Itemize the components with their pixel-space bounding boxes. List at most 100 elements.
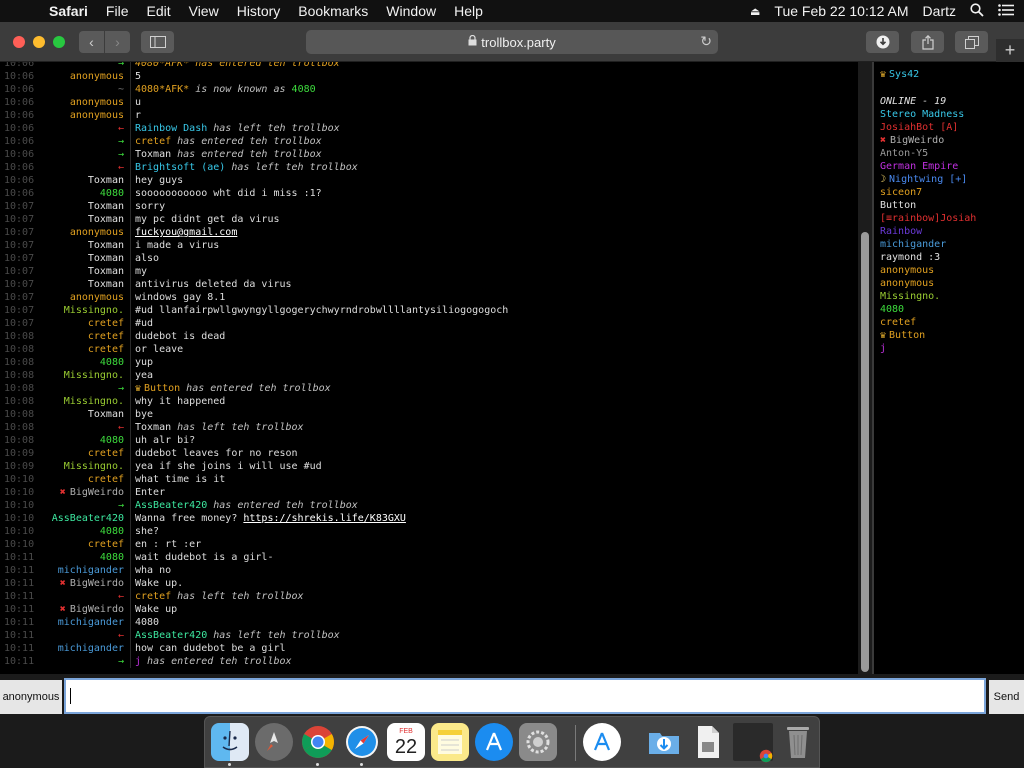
finder-icon[interactable] bbox=[211, 723, 249, 761]
message-link[interactable]: fuckyou@gmail.com bbox=[135, 227, 237, 238]
menu-window[interactable]: Window bbox=[377, 3, 445, 19]
share-button[interactable] bbox=[911, 31, 944, 53]
menu-file[interactable]: File bbox=[97, 3, 138, 19]
message-nick[interactable]: 4080 bbox=[100, 356, 124, 369]
user-list-item[interactable]: ♛ Sys42 bbox=[880, 68, 919, 81]
notes-icon[interactable] bbox=[431, 723, 469, 761]
message-nick[interactable]: anonymous bbox=[70, 226, 124, 239]
message-nick[interactable]: ← bbox=[118, 122, 124, 135]
message-nick[interactable]: 4080 bbox=[100, 187, 124, 200]
message-nick[interactable]: ~ bbox=[118, 83, 124, 96]
message-nick[interactable]: ✖ BigWeirdo bbox=[60, 486, 124, 499]
menu-history[interactable]: History bbox=[228, 3, 290, 19]
document-icon[interactable] bbox=[689, 723, 727, 761]
message-nick[interactable]: cretef bbox=[88, 538, 124, 551]
user-list-item[interactable]: Button bbox=[880, 199, 916, 212]
nickname-button[interactable]: anonymous bbox=[0, 680, 62, 714]
user-list-item[interactable]: ♛ Button bbox=[880, 329, 925, 342]
message-nick[interactable]: ← bbox=[118, 421, 124, 434]
message-nick[interactable]: → bbox=[118, 135, 124, 148]
user-list-item[interactable]: anonymous bbox=[880, 264, 934, 277]
fullscreen-window-button[interactable] bbox=[53, 36, 65, 48]
message-nick[interactable]: cretef bbox=[88, 330, 124, 343]
message-nick[interactable]: Toxman bbox=[88, 278, 124, 291]
chat-log[interactable]: 10:06 → 4080*AFK* has entered teh trollbox… bbox=[0, 62, 858, 674]
show-tabs-button[interactable] bbox=[955, 31, 988, 53]
message-link[interactable]: https://shrekis.life/K83GXU bbox=[243, 513, 406, 524]
address-bar[interactable]: trollbox.party ↻ bbox=[306, 30, 718, 54]
user-name[interactable]: Dartz bbox=[923, 3, 956, 19]
message-nick[interactable]: → bbox=[118, 499, 124, 512]
message-nick[interactable]: cretef bbox=[88, 473, 124, 486]
user-list-item[interactable]: cretef bbox=[880, 316, 916, 329]
user-list-item[interactable]: j bbox=[880, 342, 886, 355]
message-nick[interactable]: ← bbox=[118, 629, 124, 642]
message-input[interactable] bbox=[64, 678, 986, 714]
message-nick[interactable]: ✖ BigWeirdo bbox=[60, 603, 124, 616]
message-nick[interactable]: Toxman bbox=[88, 200, 124, 213]
message-nick[interactable]: anonymous bbox=[70, 291, 124, 304]
new-tab-button[interactable]: + bbox=[996, 39, 1024, 62]
safari-icon[interactable] bbox=[343, 723, 381, 761]
message-nick[interactable]: Missingno. bbox=[64, 369, 124, 382]
reload-icon[interactable]: ↻ bbox=[700, 33, 712, 50]
scrollbar-thumb[interactable] bbox=[861, 232, 869, 672]
message-nick[interactable]: 4080 bbox=[100, 551, 124, 564]
menu-edit[interactable]: Edit bbox=[137, 3, 179, 19]
menu-bookmarks[interactable]: Bookmarks bbox=[289, 3, 377, 19]
message-nick[interactable]: Toxman bbox=[88, 265, 124, 278]
menu-help[interactable]: Help bbox=[445, 3, 492, 19]
downloads-button[interactable] bbox=[866, 31, 899, 53]
menu-app-name[interactable]: Safari bbox=[40, 3, 97, 19]
message-nick[interactable]: anonymous bbox=[70, 96, 124, 109]
message-nick[interactable]: → bbox=[118, 62, 124, 70]
message-nick[interactable]: ← bbox=[118, 161, 124, 174]
message-nick[interactable]: Missingno. bbox=[64, 460, 124, 473]
user-list-item[interactable]: raymond :3 bbox=[880, 251, 940, 264]
xcode-app-icon[interactable] bbox=[583, 723, 621, 761]
message-nick[interactable]: → bbox=[118, 655, 124, 668]
chat-scrollbar[interactable] bbox=[858, 62, 872, 674]
menu-view[interactable]: View bbox=[180, 3, 228, 19]
message-nick[interactable]: 4080 bbox=[100, 525, 124, 538]
chrome-icon[interactable] bbox=[299, 723, 337, 761]
user-list-item[interactable]: anonymous bbox=[880, 277, 934, 290]
send-button[interactable]: Send bbox=[989, 680, 1024, 714]
message-nick[interactable]: Toxman bbox=[88, 239, 124, 252]
message-nick[interactable]: cretef bbox=[88, 447, 124, 460]
clock[interactable]: Tue Feb 22 10:12 AM bbox=[774, 3, 908, 19]
minimized-chrome-window[interactable] bbox=[733, 723, 773, 763]
message-nick[interactable]: cretef bbox=[88, 343, 124, 356]
message-nick[interactable]: ✖ BigWeirdo bbox=[60, 577, 124, 590]
launchpad-icon[interactable] bbox=[255, 723, 293, 761]
message-nick[interactable]: AssBeater420 bbox=[52, 512, 124, 525]
message-nick[interactable]: Toxman bbox=[88, 174, 124, 187]
calendar-icon[interactable]: FEB 22 bbox=[387, 723, 425, 761]
forward-button[interactable]: › bbox=[105, 31, 130, 53]
user-list-item[interactable]: [≡rainbow]Josiah bbox=[880, 212, 976, 225]
user-list-item[interactable]: Anton-Y5 bbox=[880, 147, 928, 160]
message-nick[interactable]: Toxman bbox=[88, 408, 124, 421]
user-list-item[interactable]: Rainbow bbox=[880, 225, 922, 238]
message-nick[interactable]: cretef bbox=[88, 317, 124, 330]
system-preferences-icon[interactable] bbox=[519, 723, 557, 761]
minimize-window-button[interactable] bbox=[33, 36, 45, 48]
message-nick[interactable]: Toxman bbox=[88, 213, 124, 226]
eject-icon[interactable]: ⏏ bbox=[750, 5, 760, 18]
user-list-item[interactable]: ✖ BigWeirdo bbox=[880, 134, 944, 147]
message-nick[interactable]: anonymous bbox=[70, 109, 124, 122]
user-list-item[interactable]: ☽ Nightwing [+] bbox=[880, 173, 967, 186]
sidebar-toggle-button[interactable] bbox=[141, 31, 174, 53]
user-list-item[interactable]: JosiahBot [A] bbox=[880, 121, 958, 134]
trash-icon[interactable] bbox=[779, 723, 817, 761]
spotlight-search-icon[interactable] bbox=[970, 2, 984, 20]
user-list-item[interactable]: Missingno. bbox=[880, 290, 940, 303]
message-nick[interactable]: → bbox=[118, 148, 124, 161]
user-list-item[interactable]: siceon7 bbox=[880, 186, 922, 199]
message-nick[interactable]: Missingno. bbox=[64, 304, 124, 317]
message-nick[interactable]: 4080 bbox=[100, 434, 124, 447]
message-nick[interactable]: Toxman bbox=[88, 252, 124, 265]
message-nick[interactable]: michigander bbox=[58, 616, 124, 629]
user-list-item[interactable]: 4080 bbox=[880, 303, 904, 316]
message-nick[interactable]: Missingno. bbox=[64, 395, 124, 408]
